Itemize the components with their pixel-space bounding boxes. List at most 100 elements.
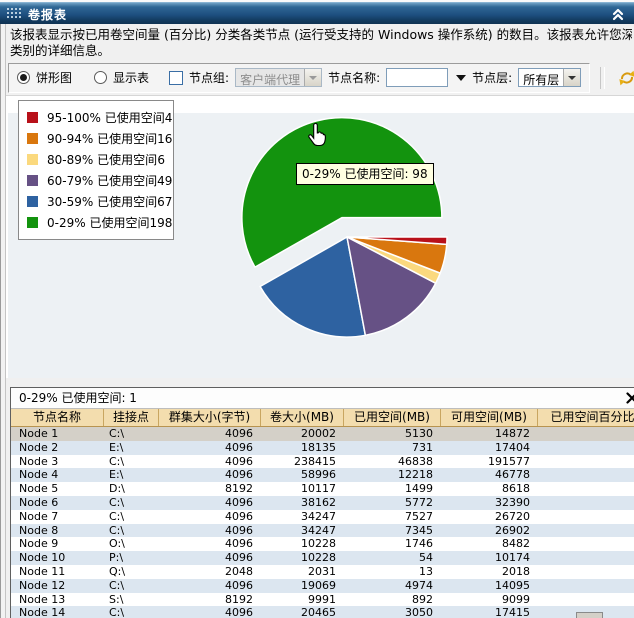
description-line-1: 该报表显示按已用卷空间量 (百分比) 分类各类节点 (运行受支持的 Window… (10, 27, 632, 43)
legend-item[interactable]: 95-100% 已使用空间4 (27, 107, 165, 128)
table-cell: Node 12 (11, 579, 104, 593)
legend-count: 16 (157, 132, 172, 146)
legend-label: 95-100% 已使用空间 (47, 109, 165, 126)
table-row[interactable]: Node 9O:\40961022817468482 (11, 537, 634, 551)
table-cell: Node 14 (11, 606, 104, 618)
legend-count: 6 (157, 153, 165, 167)
table-cell: Node 4 (11, 468, 104, 482)
node-name-input[interactable] (386, 68, 448, 87)
table-cell: 191577 (441, 455, 538, 469)
legend-item[interactable]: 0-29% 已使用空间198 (27, 212, 165, 233)
table-cell: 58996 (261, 468, 344, 482)
table-cell: 4096 (159, 579, 261, 593)
table-cell: 4096 (159, 537, 261, 551)
table-cell (538, 593, 634, 607)
table-cell: E:\ (104, 441, 159, 455)
legend-item[interactable]: 90-94% 已使用空间16 (27, 128, 165, 149)
table-view-radio-label[interactable]: 显示表 (113, 69, 149, 86)
table-cell: 10228 (261, 551, 344, 565)
table-row[interactable]: Node 12C:\409619069497414095 (11, 579, 634, 593)
table-cell: 9099 (441, 593, 538, 607)
node-name-dropdown-icon[interactable] (456, 75, 466, 81)
table-cell: 10174 (441, 551, 538, 565)
legend-swatch (27, 154, 38, 165)
legend-label: 90-94% 已使用空间 (47, 130, 157, 147)
pie-chart-radio-label[interactable]: 饼形图 (36, 69, 72, 86)
drilldown-titlebar: 0-29% 已使用空间: 1 (11, 388, 634, 409)
toolbar-icons (590, 67, 634, 89)
table-cell: C:\ (104, 606, 159, 618)
column-header[interactable]: 卷大小(MB) (261, 409, 344, 426)
table-row[interactable]: Node 13S:\819299918929099 (11, 593, 634, 607)
table-cell: 892 (344, 593, 441, 607)
table-row[interactable]: Node 4E:\4096589961221846778 (11, 468, 634, 482)
table-cell: 34247 (261, 510, 344, 524)
pie-tooltip: 0-29% 已使用空间: 98 (296, 163, 434, 185)
table-row[interactable]: Node 3C:\409623841546838191577 (11, 455, 634, 469)
table-cell: C:\ (104, 510, 159, 524)
table-row[interactable]: Node 10P:\4096102285410174 (11, 551, 634, 565)
legend-item[interactable]: 60-79% 已使用空间49 (27, 170, 165, 191)
column-header[interactable]: 已用空间(MB) (344, 409, 441, 426)
table-cell: 7345 (344, 524, 441, 538)
table-cell: 4974 (344, 579, 441, 593)
table-cell: 13 (344, 565, 441, 579)
grip-icon[interactable] (7, 8, 21, 20)
legend-swatch (27, 112, 38, 123)
table-view-radio[interactable] (94, 71, 107, 84)
table-cell: D:\ (104, 482, 159, 496)
horizontal-scrollbar[interactable] (576, 612, 603, 618)
table-cell (538, 455, 634, 469)
table-row[interactable]: Node 11Q:\20482031132018 (11, 565, 634, 579)
node-tier-select[interactable]: 所有层 (518, 68, 581, 87)
table-cell: Node 10 (11, 551, 104, 565)
table-cell (538, 579, 634, 593)
table-cell: 4096 (159, 441, 261, 455)
table-row[interactable]: Node 1C:\409620002513014872 (11, 427, 634, 441)
legend-item[interactable]: 80-89% 已使用空间6 (27, 149, 165, 170)
table-cell: 4096 (159, 468, 261, 482)
legend-item[interactable]: 30-59% 已使用空间67 (27, 191, 165, 212)
collapse-chevron-icon[interactable] (610, 6, 626, 22)
table-cell: 12218 (344, 468, 441, 482)
table-cell (538, 510, 634, 524)
table-cell: 38162 (261, 496, 344, 510)
table-cell: Node 11 (11, 565, 104, 579)
table-row[interactable]: Node 7C:\409634247752726720 (11, 510, 634, 524)
refresh-icon[interactable] (618, 69, 634, 87)
table-row[interactable]: Node 5D:\81921011714998618 (11, 482, 634, 496)
legend-label: 80-89% 已使用空间 (47, 151, 157, 168)
table-row[interactable]: Node 8C:\409634247734526902 (11, 524, 634, 538)
table-row[interactable]: Node 14C:\409620465305017415 (11, 606, 634, 618)
table-cell: 2018 (441, 565, 538, 579)
table-cell: 19069 (261, 579, 344, 593)
node-group-checkbox[interactable] (169, 71, 183, 85)
table-row[interactable]: Node 2E:\40961813573117404 (11, 441, 634, 455)
column-header[interactable]: 群集大小(字节) (159, 409, 261, 426)
table-cell (538, 551, 634, 565)
toolbar-controls-group: 饼形图 显示表 节点组: 客户端代理 节点名称: 节点层: 所有层 (8, 63, 590, 93)
table-cell: O:\ (104, 537, 159, 551)
table-cell: 20002 (261, 427, 344, 441)
table-cell: C:\ (104, 496, 159, 510)
pie-chart-radio[interactable] (17, 71, 30, 84)
column-header[interactable]: 已用空间百分比 (538, 409, 634, 426)
node-tier-select-arrow-icon[interactable] (563, 69, 580, 86)
column-header[interactable]: 节点名称 (11, 409, 104, 426)
table-cell: 54 (344, 551, 441, 565)
table-cell: 4096 (159, 551, 261, 565)
drilldown-panel: 0-29% 已使用空间: 1 节点名称挂接点群集大小(字节)卷大小(MB)已用空… (10, 387, 634, 618)
table-row[interactable]: Node 6C:\409638162577232390 (11, 496, 634, 510)
column-header[interactable]: 挂接点 (104, 409, 159, 426)
column-header[interactable]: 可用空间(MB) (441, 409, 538, 426)
close-icon[interactable] (625, 391, 634, 405)
table-cell: C:\ (104, 579, 159, 593)
table-cell: 10117 (261, 482, 344, 496)
table-cell: 1499 (344, 482, 441, 496)
node-tier-select-value: 所有层 (519, 69, 563, 86)
table-cell: 4096 (159, 524, 261, 538)
table-cell: Node 13 (11, 593, 104, 607)
node-name-label: 节点名称: (328, 69, 380, 86)
table-cell: 10228 (261, 537, 344, 551)
table-cell: 7527 (344, 510, 441, 524)
